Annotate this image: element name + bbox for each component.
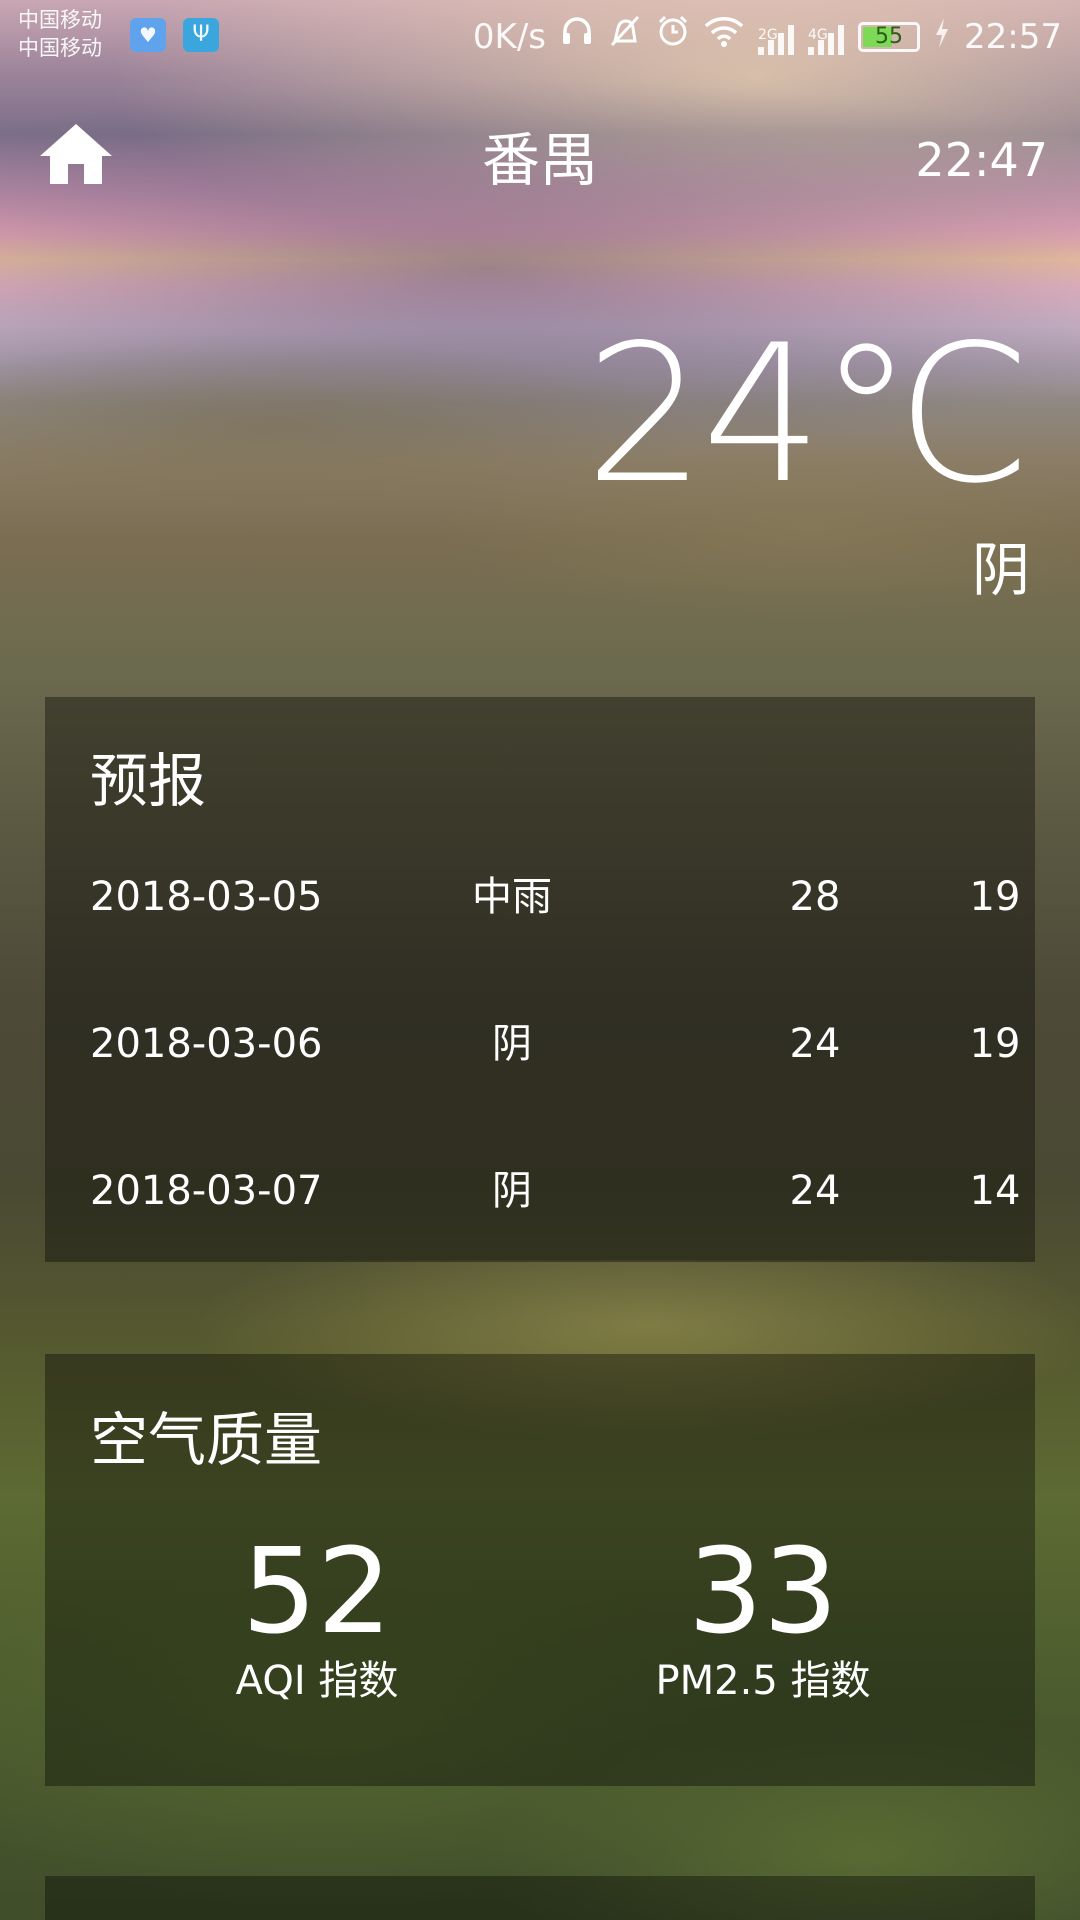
pm25-value: 33 xyxy=(687,1522,839,1660)
alarm-icon xyxy=(656,14,690,59)
forecast-max: 24 xyxy=(789,1021,841,1067)
carrier-labels: 中国移动 中国移动 xyxy=(18,6,102,62)
status-bar: 中国移动 中国移动 ♥ Ψ 0K/s 2G 4G 55 22:57 xyxy=(0,0,1080,72)
update-time: 22:47 xyxy=(915,133,1048,187)
current-condition: 阴 xyxy=(971,536,1030,604)
forecast-condition: 中雨 xyxy=(472,874,552,920)
aqi-block: 52 AQI 指数 xyxy=(107,1526,527,1706)
air-quality-card: 空气质量 52 AQI 指数 33 PM2.5 指数 xyxy=(45,1354,1035,1786)
pm25-block: 33 PM2.5 指数 xyxy=(553,1526,973,1706)
health-icon: ♥ xyxy=(130,18,166,52)
signal-icon: 4G xyxy=(808,19,845,55)
status-bar-right: 0K/s 2G 4G 55 22:57 xyxy=(473,14,1062,59)
forecast-min: 19 xyxy=(969,1021,1021,1067)
signal-1-tag: 2G xyxy=(758,26,778,43)
forecast-date: 2018-03-07 xyxy=(90,1168,323,1214)
mute-icon xyxy=(608,14,642,59)
clock: 22:57 xyxy=(964,16,1062,57)
aqi-label: AQI 指数 xyxy=(235,1658,399,1704)
air-quality-title: 空气质量 xyxy=(90,1406,323,1474)
forecast-condition: 阴 xyxy=(492,1168,532,1214)
forecast-row: 2018-03-06 阴 24 19 xyxy=(90,1014,1020,1074)
current-temperature: 24℃ xyxy=(584,304,1032,525)
forecast-date: 2018-03-05 xyxy=(90,874,323,920)
carrier-1: 中国移动 xyxy=(18,8,102,32)
forecast-row: 2018-03-07 阴 24 14 xyxy=(90,1161,1020,1221)
signal-icon: 2G xyxy=(758,19,795,55)
net-speed: 0K/s xyxy=(472,16,547,57)
battery-icon: 55 xyxy=(858,21,921,52)
pm25-label: PM2.5 指数 xyxy=(655,1658,871,1704)
forecast-min: 19 xyxy=(969,874,1021,920)
wifi-icon xyxy=(704,14,744,59)
forecast-max: 24 xyxy=(789,1168,841,1214)
headphones-icon xyxy=(560,14,594,59)
usb-icon: Ψ xyxy=(183,18,219,52)
forecast-row: 2018-03-05 中雨 28 19 xyxy=(90,867,1020,927)
aqi-value: 52 xyxy=(241,1522,393,1660)
battery-level: 55 xyxy=(875,23,904,49)
forecast-min: 14 xyxy=(969,1168,1021,1214)
signal-2-tag: 4G xyxy=(808,26,828,43)
forecast-date: 2018-03-06 xyxy=(90,1021,323,1067)
next-card xyxy=(45,1876,1035,1920)
forecast-card: 预报 2018-03-05 中雨 28 19 2018-03-06 阴 24 1… xyxy=(45,697,1035,1262)
charging-icon xyxy=(934,15,950,59)
forecast-title: 预报 xyxy=(90,747,207,815)
carrier-2: 中国移动 xyxy=(18,36,102,60)
forecast-max: 28 xyxy=(789,874,841,920)
forecast-condition: 阴 xyxy=(492,1021,532,1067)
